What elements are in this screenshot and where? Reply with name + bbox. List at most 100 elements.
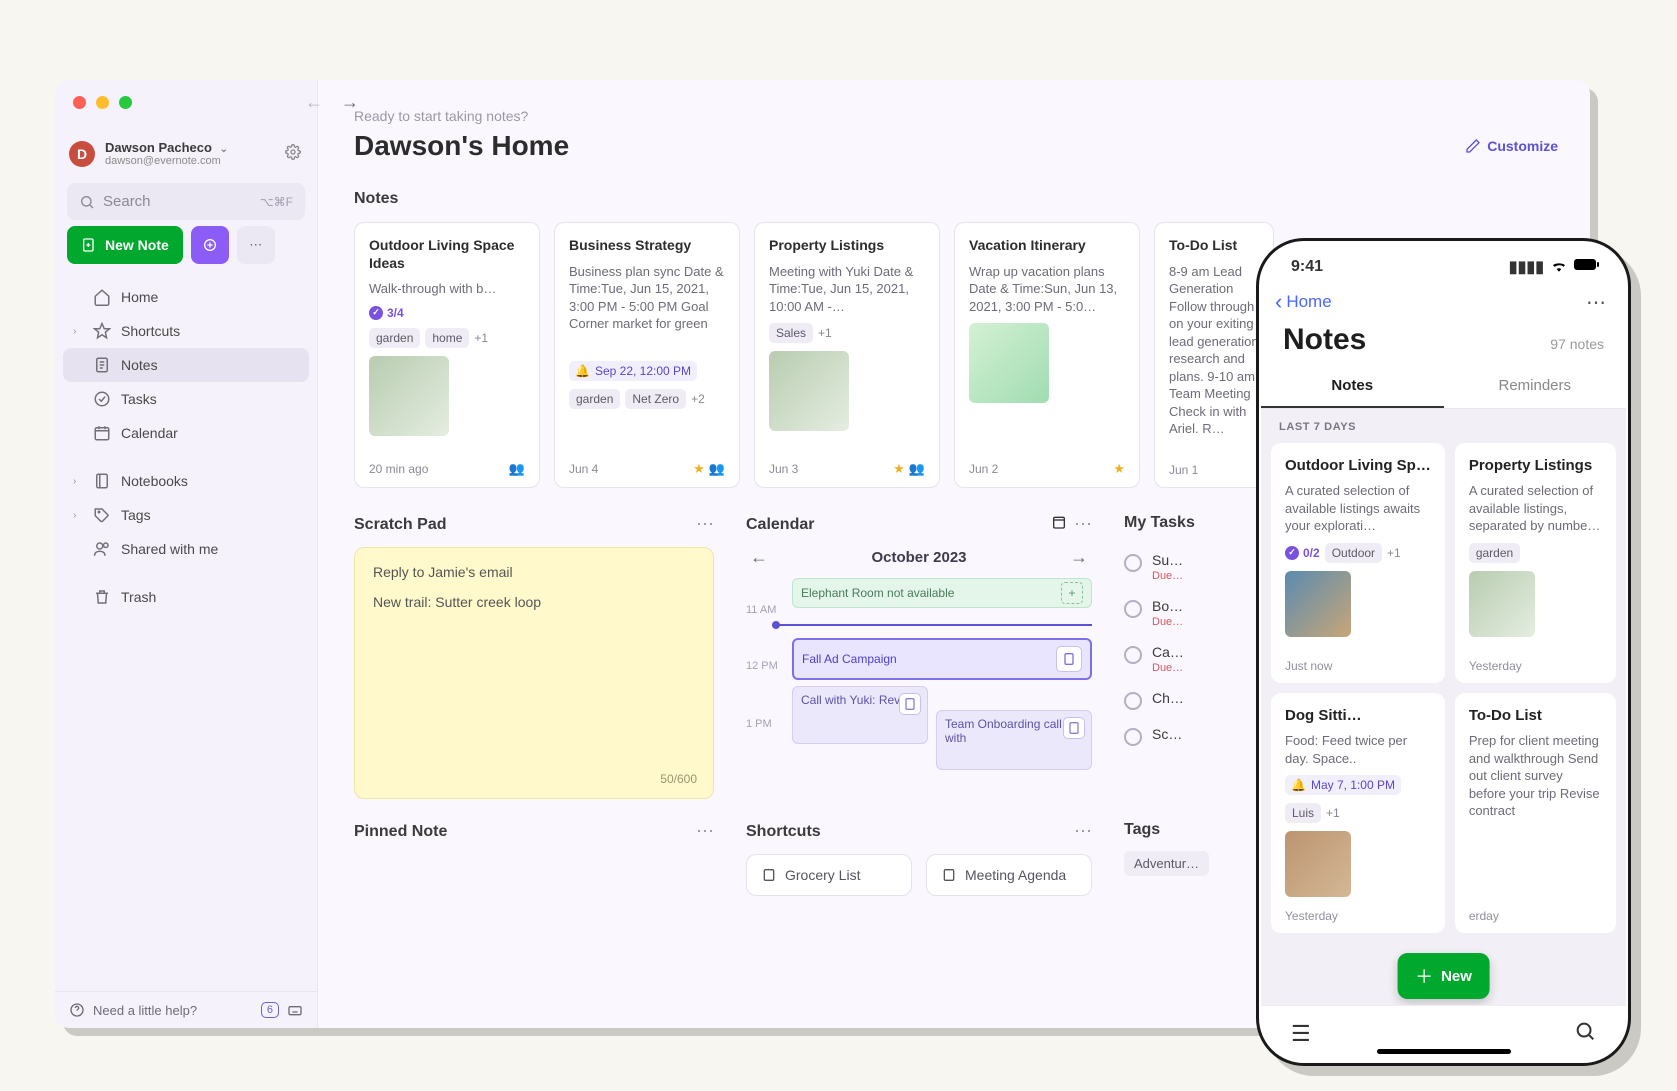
nav-shared[interactable]: Shared with me	[63, 532, 309, 566]
search-icon	[79, 194, 95, 210]
pencil-icon	[1465, 138, 1481, 154]
back-icon[interactable]: ←	[305, 92, 323, 113]
task-text: Ca…	[1152, 644, 1184, 660]
nav-notes[interactable]: Notes	[63, 348, 309, 382]
tab-reminders[interactable]: Reminders	[1444, 365, 1627, 408]
mobile-note-card[interactable]: Dog Sitti… Food: Feed twice per day. Spa…	[1271, 693, 1445, 933]
tab-notes[interactable]: Notes	[1261, 365, 1444, 408]
nav-home[interactable]: Home	[63, 280, 309, 314]
shortcut-card[interactable]: Meeting Agenda	[926, 854, 1092, 896]
more-tags[interactable]: +1	[474, 331, 488, 345]
task-checkbox[interactable]	[1124, 600, 1142, 618]
note-link-icon[interactable]	[1063, 717, 1085, 739]
prev-month-icon[interactable]: ←	[750, 547, 768, 568]
tag-chip[interactable]: home	[425, 328, 469, 348]
chevron-right-icon[interactable]: ›	[73, 476, 83, 487]
new-note-button[interactable]: New Note	[67, 226, 183, 264]
note-title: Dog Sitti…	[1285, 707, 1431, 724]
nav-tags-label: Tags	[121, 507, 151, 523]
notification-count[interactable]: 6	[261, 1002, 279, 1018]
gear-icon[interactable]	[285, 144, 301, 163]
calendar-event[interactable]: Team Onboarding call with	[936, 710, 1092, 770]
help-footer[interactable]: Need a little help? 6	[55, 991, 317, 1028]
sparkle-icon	[202, 237, 218, 253]
widget-menu-icon[interactable]: ⋯	[696, 514, 714, 535]
next-month-icon[interactable]: →	[1070, 547, 1088, 568]
note-link-icon[interactable]	[1056, 646, 1082, 672]
status-bar: 9:41 ▮▮▮▮	[1261, 243, 1626, 283]
note-card[interactable]: Vacation Itinerary Wrap up vacation plan…	[954, 222, 1140, 488]
more-icon[interactable]: ⋯	[1586, 290, 1606, 315]
note-title: Property Listings	[769, 237, 925, 255]
back-button[interactable]: ‹ Home	[1275, 289, 1332, 315]
note-card[interactable]: Business Strategy Business plan sync Dat…	[554, 222, 740, 488]
calendar-timeline[interactable]: 11 AM 12 PM 1 PM Elephant Room not avail…	[746, 578, 1092, 778]
star-icon: ★	[693, 461, 705, 477]
mobile-note-card[interactable]: To-Do List Prep for client meeting and w…	[1455, 693, 1616, 933]
task-checkbox[interactable]	[1124, 554, 1142, 572]
more-create-button[interactable]: ⋯	[237, 226, 275, 264]
widget-menu-icon[interactable]: ⋯	[696, 821, 714, 842]
widget-menu-icon[interactable]: ⋯	[1074, 514, 1092, 534]
keyboard-icon[interactable]	[287, 1002, 303, 1018]
link-note-icon[interactable]: +	[1061, 582, 1083, 604]
task-checkbox[interactable]	[1124, 646, 1142, 664]
mobile-notes-list[interactable]: LAST 7 DAYS Outdoor Living Sp… A curated…	[1261, 409, 1626, 1027]
note-thumbnail	[969, 323, 1049, 403]
chevron-right-icon[interactable]: ›	[73, 510, 83, 521]
tag-chip[interactable]: garden	[369, 328, 420, 348]
nav-trash[interactable]: Trash	[63, 580, 309, 614]
maximize-window-button[interactable]	[119, 96, 132, 109]
minimize-window-button[interactable]	[96, 96, 109, 109]
nav-shortcuts-label: Shortcuts	[121, 323, 180, 339]
tag-chip[interactable]: Luis	[1285, 803, 1321, 823]
task-text: Su…	[1152, 552, 1183, 568]
home-indicator[interactable]	[1377, 1049, 1511, 1054]
note-card[interactable]: Outdoor Living Space Ideas Walk-through …	[354, 222, 540, 488]
search-input[interactable]: Search ⌥⌘F	[67, 183, 305, 220]
nav-notebooks[interactable]: › Notebooks	[63, 464, 309, 498]
shortcut-card[interactable]: Grocery List	[746, 854, 912, 896]
note-card[interactable]: Property Listings Meeting with Yuki Date…	[754, 222, 940, 488]
chevron-right-icon[interactable]: ›	[73, 326, 83, 337]
tag-chip[interactable]: garden	[569, 389, 620, 409]
profile-menu[interactable]: D Dawson Pacheco ⌄ dawson@evernote.com	[55, 130, 317, 177]
more-tags[interactable]: +1	[818, 326, 832, 340]
customize-button[interactable]: Customize	[1465, 138, 1558, 154]
calendar-today-icon[interactable]	[1051, 514, 1067, 530]
scratchpad-textarea[interactable]: Reply to Jamie's email New trail: Sutter…	[354, 547, 714, 799]
sidebar: D Dawson Pacheco ⌄ dawson@evernote.com S…	[55, 80, 318, 1028]
task-checkbox[interactable]	[1124, 728, 1142, 746]
search-icon[interactable]	[1574, 1020, 1596, 1048]
fab-new-button[interactable]: ＋ New	[1397, 953, 1490, 999]
nav-shortcuts[interactable]: › Shortcuts	[63, 314, 309, 348]
note-link-icon[interactable]	[899, 693, 921, 715]
status-time: 9:41	[1291, 258, 1323, 276]
plus-icon: ＋	[1415, 963, 1433, 989]
tag-chip[interactable]: Outdoor	[1325, 543, 1382, 563]
task-checkbox[interactable]	[1124, 692, 1142, 710]
ai-assist-button[interactable]	[191, 226, 229, 264]
nav-calendar[interactable]: Calendar	[63, 416, 309, 450]
tag-chip[interactable]: garden	[1469, 543, 1520, 563]
tag-chip[interactable]: Net Zero	[625, 389, 686, 409]
more-tags[interactable]: +2	[691, 392, 705, 406]
shared-icon: 👥	[709, 461, 725, 477]
calendar-event[interactable]: Fall Ad Campaign	[792, 638, 1092, 680]
mobile-note-card[interactable]: Property Listings A curated selection of…	[1455, 443, 1616, 683]
nav-tasks[interactable]: Tasks	[63, 382, 309, 416]
close-window-button[interactable]	[73, 96, 86, 109]
tag-chip[interactable]: Sales	[769, 323, 813, 343]
tag-chip[interactable]: Adventur…	[1124, 851, 1209, 876]
nav-trash-label: Trash	[121, 589, 156, 605]
menu-icon[interactable]: ☰	[1291, 1021, 1311, 1047]
calendar-event[interactable]: Call with Yuki: Review	[792, 686, 928, 744]
task-text: Bo…	[1152, 598, 1183, 614]
more-tags[interactable]: +1	[1387, 546, 1401, 560]
more-tags[interactable]: +1	[1326, 806, 1340, 820]
widget-menu-icon[interactable]: ⋯	[1074, 821, 1092, 842]
mobile-note-card[interactable]: Outdoor Living Sp… A curated selection o…	[1271, 443, 1445, 683]
forward-icon[interactable]: →	[341, 92, 359, 113]
calendar-event[interactable]: Elephant Room not available +	[792, 578, 1092, 608]
nav-tags[interactable]: › Tags	[63, 498, 309, 532]
